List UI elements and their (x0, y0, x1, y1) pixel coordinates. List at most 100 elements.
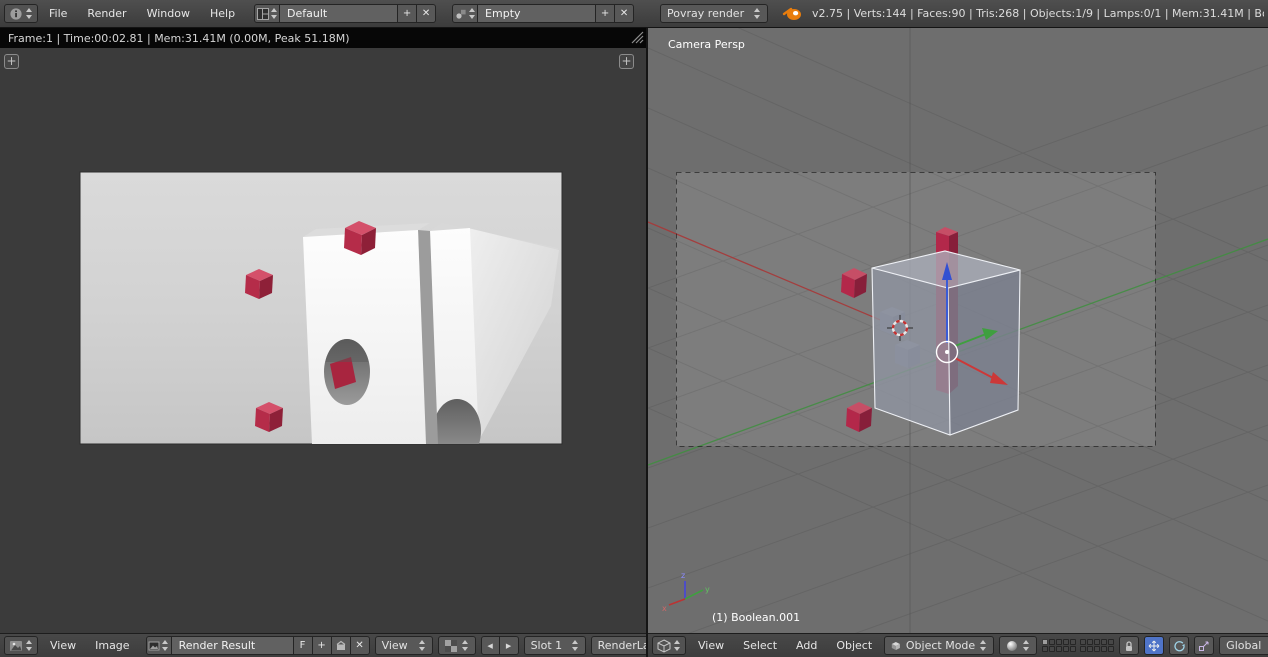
pack-image-icon (335, 640, 347, 652)
layer-toggle[interactable] (1087, 646, 1093, 652)
scale-manipulator-icon (1198, 640, 1210, 652)
menu-file[interactable]: File (40, 1, 76, 27)
layer-toggle[interactable] (1056, 639, 1062, 645)
delete-scene-button[interactable]: ✕ (615, 4, 634, 23)
layer-toggle[interactable] (1094, 639, 1100, 645)
fake-user-button[interactable]: F (294, 636, 313, 655)
menu-object[interactable]: Object (829, 635, 879, 657)
updown-arrows-icon (26, 640, 33, 651)
rotate-manipulator-button[interactable] (1169, 636, 1189, 655)
view-mode-label: View (382, 639, 408, 652)
info-editor-icon (9, 7, 23, 21)
panel-toggle-left[interactable]: + (4, 54, 19, 69)
layer-toggle[interactable] (1063, 646, 1069, 652)
viewport-scene: z y x Camera Persp (1) Boolean.001 (648, 28, 1268, 633)
screen-layout-icon (257, 8, 269, 20)
add-screen-layout-button[interactable]: + (398, 4, 417, 23)
menu-image[interactable]: Image (88, 635, 136, 657)
unlink-image-button[interactable]: ✕ (351, 636, 370, 655)
layer-toggle[interactable] (1080, 639, 1086, 645)
3d-view-editor-icon (657, 639, 671, 653)
updown-arrows-icon (462, 640, 469, 651)
translate-manipulator-icon (1148, 640, 1160, 652)
layer-toggle[interactable] (1108, 639, 1114, 645)
layer-toggle[interactable] (1108, 646, 1114, 652)
layer-toggle[interactable] (1087, 639, 1093, 645)
info-editor-type-button[interactable] (4, 4, 38, 23)
image-editor-area: Frame:1 | Time:00:02.81 | Mem:31.41M (0.… (0, 28, 646, 657)
display-channels-dropdown[interactable] (438, 636, 476, 655)
blender-window: File Render Window Help Default + ✕ (0, 0, 1268, 657)
updown-arrows-icon (271, 8, 278, 19)
layer-toggle[interactable] (1042, 646, 1048, 652)
image-editor-type-button[interactable] (4, 636, 38, 655)
layer-toggle[interactable] (1042, 639, 1048, 645)
delete-screen-layout-button[interactable]: ✕ (417, 4, 436, 23)
render-engine-label: Povray render (667, 7, 744, 20)
render-result-image (0, 48, 646, 633)
3d-view-area: z y x Camera Persp (1) Boolean.001 View … (648, 28, 1268, 657)
3d-view-header: View Select Add Object Object Mode (648, 633, 1268, 657)
scene-name-field[interactable]: Empty (478, 4, 596, 23)
mode-label: Object Mode (906, 639, 975, 652)
updown-arrows-icon (1023, 640, 1030, 651)
image-browse-button[interactable] (146, 636, 172, 655)
scene-icon (455, 8, 467, 20)
menu-select[interactable]: Select (736, 635, 784, 657)
panel-toggle-right[interactable]: + (619, 54, 634, 69)
prev-slot-button[interactable]: ◀ (481, 636, 500, 655)
scene-browse-button[interactable] (452, 4, 478, 23)
add-scene-button[interactable]: + (596, 4, 615, 23)
svg-text:x: x (662, 604, 667, 613)
svg-text:z: z (681, 571, 685, 580)
top-header: File Render Window Help Default + ✕ (0, 0, 1268, 28)
layer-toggle[interactable] (1049, 646, 1055, 652)
layer-toggle[interactable] (1070, 639, 1076, 645)
updown-arrows-icon (754, 8, 761, 19)
layer-toggle[interactable] (1080, 646, 1086, 652)
menu-view[interactable]: View (691, 635, 731, 657)
slot-dropdown[interactable]: Slot 1 (524, 636, 586, 655)
image-canvas[interactable]: + + (0, 48, 646, 633)
updown-arrows-icon (469, 8, 476, 19)
scene-stats: v2.75 | Verts:144 | Faces:90 | Tris:268 … (812, 7, 1264, 20)
channels-icon (445, 640, 457, 652)
menu-add[interactable]: Add (789, 635, 824, 657)
transform-orientation-dropdown[interactable]: Global (1219, 636, 1268, 655)
next-slot-button[interactable]: ▶ (500, 636, 519, 655)
3d-viewport[interactable]: z y x Camera Persp (1) Boolean.001 (648, 28, 1268, 633)
render-layer-dropdown[interactable]: RenderLay (591, 636, 646, 655)
menu-view[interactable]: View (43, 635, 83, 657)
updown-arrows-icon (572, 640, 579, 651)
render-info-bar: Frame:1 | Time:00:02.81 | Mem:31.41M (0.… (0, 28, 646, 48)
layer-toggle[interactable] (1070, 646, 1076, 652)
layer-toggle[interactable] (1063, 639, 1069, 645)
layer-toggle[interactable] (1094, 646, 1100, 652)
new-image-button[interactable]: + (313, 636, 332, 655)
layer-toggle[interactable] (1101, 639, 1107, 645)
layer-toggle[interactable] (1101, 646, 1107, 652)
screen-layout-browse-button[interactable] (254, 4, 280, 23)
scale-manipulator-button[interactable] (1194, 636, 1214, 655)
screen-layout-selector: Default + ✕ (254, 4, 436, 23)
render-engine-dropdown[interactable]: Povray render (660, 4, 768, 23)
layer-toggle[interactable] (1056, 646, 1062, 652)
menu-help[interactable]: Help (201, 1, 244, 27)
3d-view-editor-type-button[interactable] (652, 636, 686, 655)
image-browse-icon (148, 640, 160, 652)
menu-window[interactable]: Window (138, 1, 199, 27)
menu-render[interactable]: Render (78, 1, 135, 27)
translate-manipulator-button[interactable] (1144, 636, 1164, 655)
slot-nav: ◀ ▶ (481, 636, 519, 655)
viewport-shading-dropdown[interactable] (999, 636, 1037, 655)
slot-label: Slot 1 (531, 639, 563, 652)
layer-toggle[interactable] (1049, 639, 1055, 645)
image-name-field[interactable]: Render Result (172, 636, 294, 655)
mode-dropdown[interactable]: Object Mode (884, 636, 994, 655)
view-mode-dropdown[interactable]: View (375, 636, 433, 655)
updown-arrows-icon (26, 8, 33, 19)
scene-lock-button[interactable] (1119, 636, 1139, 655)
area-corner-grip[interactable] (631, 31, 644, 44)
screen-layout-name-field[interactable]: Default (280, 4, 398, 23)
pack-image-button[interactable] (332, 636, 351, 655)
